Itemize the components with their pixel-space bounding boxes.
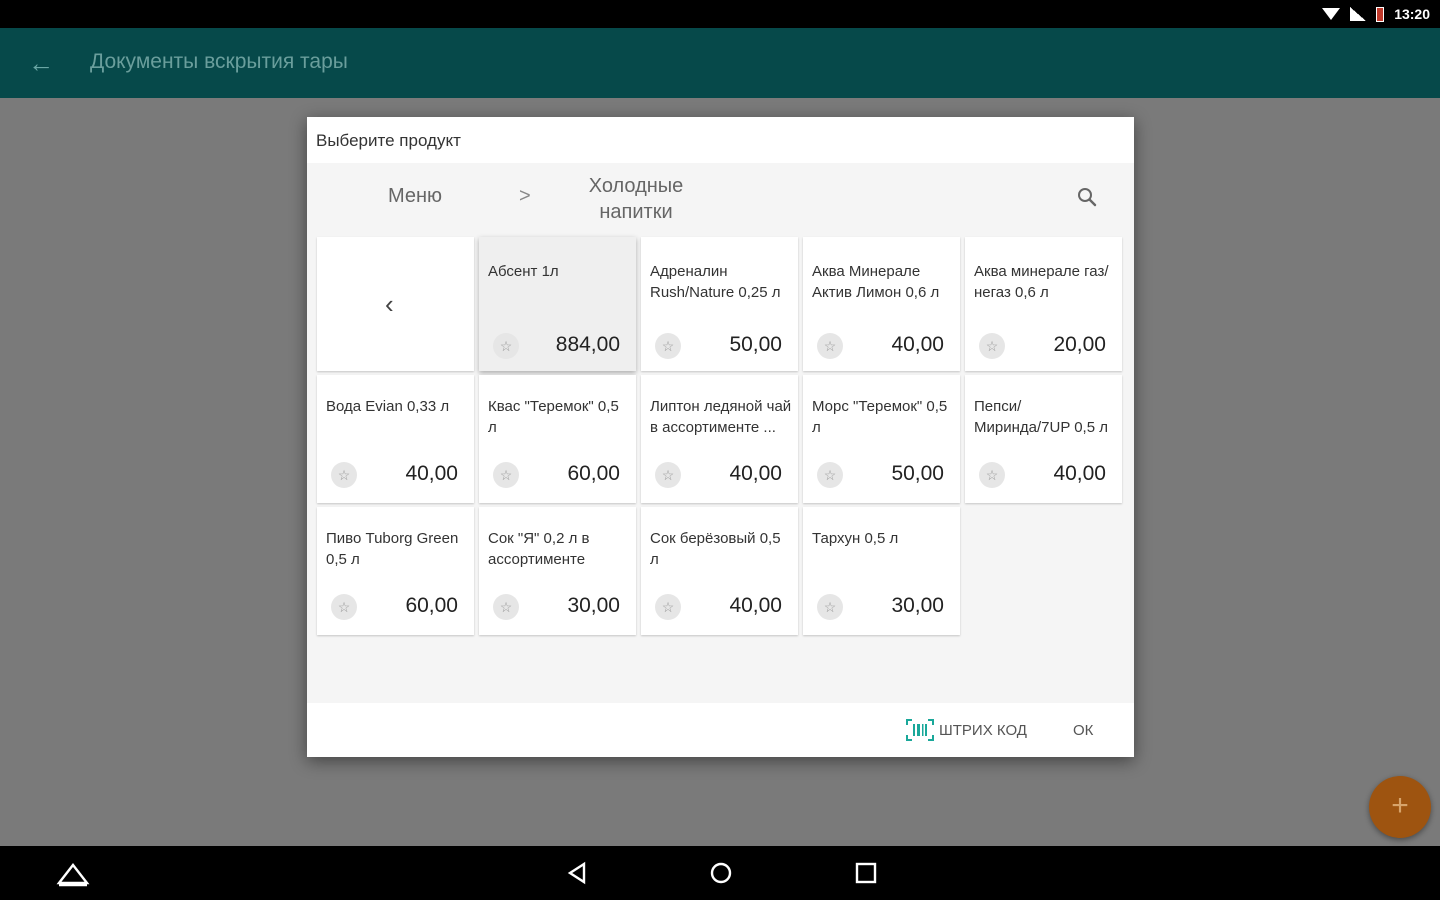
- product-price: 50,00: [729, 333, 782, 356]
- barcode-label: ШТРИХ КОД: [939, 721, 1027, 739]
- favorite-star-icon[interactable]: ☆: [331, 462, 357, 488]
- favorite-star-icon[interactable]: ☆: [655, 594, 681, 620]
- breadcrumb-menu[interactable]: Меню: [365, 185, 465, 208]
- nav-recents-icon[interactable]: [852, 859, 882, 887]
- favorite-star-icon[interactable]: ☆: [817, 462, 843, 488]
- product-tile[interactable]: Пепси/ Миринда/7UP 0,5 л ☆ 40,00: [965, 375, 1122, 503]
- product-name: Абсент 1л: [488, 263, 559, 280]
- barcode-button[interactable]: ШТРИХ КОД: [905, 717, 1027, 743]
- favorite-star-icon[interactable]: ☆: [979, 462, 1005, 488]
- page-title: Документы вскрытия тары: [90, 50, 348, 73]
- search-icon[interactable]: [1075, 185, 1099, 209]
- favorite-star-icon[interactable]: ☆: [493, 594, 519, 620]
- ok-button[interactable]: ОК: [1073, 722, 1093, 739]
- favorite-star-icon[interactable]: ☆: [655, 333, 681, 359]
- favorite-star-icon[interactable]: ☆: [817, 594, 843, 620]
- back-tile[interactable]: ‹: [317, 237, 474, 371]
- product-name: Пиво Tuborg Green 0,5 л: [326, 530, 459, 568]
- product-name: Аква минерале газ/негаз 0,6 л: [974, 263, 1109, 301]
- product-price: 40,00: [1053, 462, 1106, 485]
- product-name: Пепси/ Миринда/7UP 0,5 л: [974, 398, 1108, 436]
- breadcrumb: Меню > Холодные напитки: [307, 163, 1134, 235]
- product-tile[interactable]: Аква Минерале Актив Лимон 0,6 л ☆ 40,00: [803, 237, 960, 371]
- add-fab-button[interactable]: +: [1369, 776, 1431, 838]
- favorite-star-icon[interactable]: ☆: [493, 333, 519, 359]
- breadcrumb-current: Холодные напитки: [588, 175, 684, 223]
- signal-icon: [1350, 7, 1367, 21]
- product-tile[interactable]: Пиво Tuborg Green 0,5 л ☆ 60,00: [317, 507, 474, 635]
- status-icons: 13:20: [1322, 0, 1430, 28]
- product-tile[interactable]: Морс "Теремок" 0,5 л ☆ 50,00: [803, 375, 960, 503]
- product-name: Тархун 0,5 л: [812, 530, 899, 547]
- product-name: Морс "Теремок" 0,5 л: [812, 398, 948, 436]
- product-name: Сок берёзовый 0,5 л: [650, 530, 781, 568]
- product-tile[interactable]: Вода Evian 0,33 л ☆ 40,00: [317, 375, 474, 503]
- chevron-right-icon: >: [519, 185, 531, 207]
- product-name: Адреналин Rush/Nature 0,25 л: [650, 263, 781, 301]
- dialog-title: Выберите продукт: [307, 117, 1134, 163]
- system-nav-bar: [0, 846, 1440, 900]
- battery-icon: [1376, 6, 1385, 22]
- product-price: 30,00: [567, 594, 620, 617]
- favorite-star-icon[interactable]: ☆: [817, 333, 843, 359]
- product-price: 40,00: [405, 462, 458, 485]
- product-price: 60,00: [405, 594, 458, 617]
- product-name: Липтон ледяной чай в ассортименте ...: [650, 398, 792, 436]
- nav-home-icon[interactable]: [707, 859, 737, 887]
- chevron-left-icon: ‹: [385, 289, 394, 319]
- product-price: 40,00: [729, 594, 782, 617]
- product-price: 50,00: [891, 462, 944, 485]
- dialog-footer: ШТРИХ КОД ОК: [307, 703, 1134, 757]
- product-tile[interactable]: Адреналин Rush/Nature 0,25 л ☆ 50,00: [641, 237, 798, 371]
- product-price: 884,00: [555, 333, 620, 356]
- product-price: 20,00: [1053, 333, 1106, 356]
- product-tile[interactable]: Абсент 1л ☆ 884,00: [479, 237, 636, 371]
- product-name: Квас "Теремок" 0,5 л: [488, 398, 619, 436]
- product-name: Аква Минерале Актив Лимон 0,6 л: [812, 263, 940, 301]
- arrow-left-icon[interactable]: ←: [28, 48, 58, 78]
- nav-up-icon[interactable]: [56, 859, 90, 887]
- product-price: 40,00: [729, 462, 782, 485]
- product-tile[interactable]: Аква минерале газ/негаз 0,6 л ☆ 20,00: [965, 237, 1122, 371]
- favorite-star-icon[interactable]: ☆: [979, 333, 1005, 359]
- status-bar: 13:20: [0, 0, 1440, 28]
- product-price: 40,00: [891, 333, 944, 356]
- product-tile[interactable]: Сок берёзовый 0,5 л ☆ 40,00: [641, 507, 798, 635]
- product-tile[interactable]: Квас "Теремок" 0,5 л ☆ 60,00: [479, 375, 636, 503]
- favorite-star-icon[interactable]: ☆: [331, 594, 357, 620]
- status-time: 13:20: [1394, 6, 1430, 22]
- app-bar: ← Документы вскрытия тары: [0, 28, 1440, 98]
- select-product-dialog: Выберите продукт Меню > Холодные напитки…: [307, 117, 1134, 757]
- product-price: 60,00: [567, 462, 620, 485]
- product-name: Сок "Я" 0,2 л в ассортименте: [488, 530, 590, 568]
- product-tile[interactable]: Липтон ледяной чай в ассортименте ... ☆ …: [641, 375, 798, 503]
- product-tile[interactable]: Сок "Я" 0,2 л в ассортименте ☆ 30,00: [479, 507, 636, 635]
- favorite-star-icon[interactable]: ☆: [493, 462, 519, 488]
- nav-back-icon[interactable]: [564, 859, 594, 887]
- barcode-icon: [905, 718, 935, 742]
- product-price: 30,00: [891, 594, 944, 617]
- wifi-icon: [1322, 8, 1341, 20]
- favorite-star-icon[interactable]: ☆: [655, 462, 681, 488]
- product-tile[interactable]: Тархун 0,5 л ☆ 30,00: [803, 507, 960, 635]
- product-name: Вода Evian 0,33 л: [326, 398, 450, 415]
